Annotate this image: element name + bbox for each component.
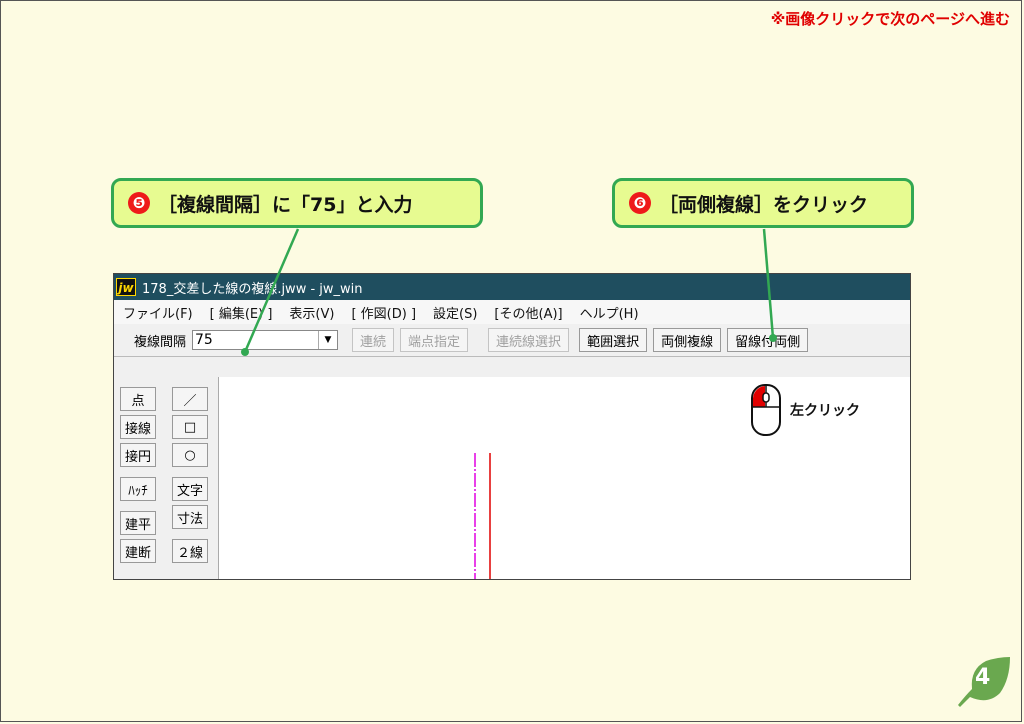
- page-number-text: 4: [975, 665, 991, 690]
- page-number: 4: [956, 655, 1012, 711]
- callout-connectors: [241, 228, 777, 356]
